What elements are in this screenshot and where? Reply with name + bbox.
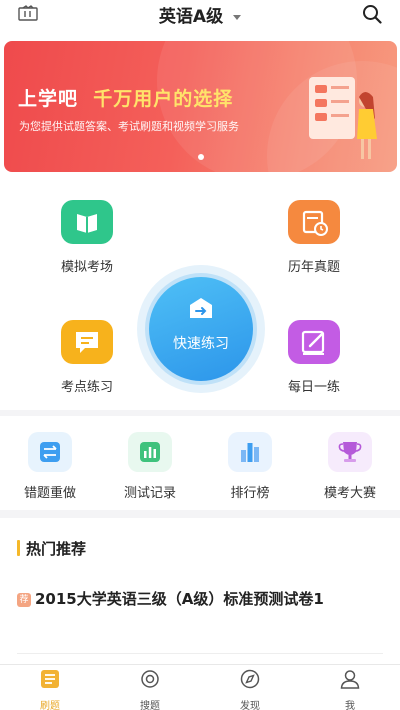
bottom-tab-bar: 刷题 搜题 发现 我 [0,664,400,710]
compass-icon [240,669,260,689]
quick-practice-button[interactable]: 快速练习 [137,265,265,393]
swap-icon [28,432,72,472]
tab-practice[interactable]: 刷题 [20,669,80,710]
search-icon[interactable] [362,4,382,24]
user-icon [340,670,360,689]
calendar-icon [288,200,340,244]
list-icon [41,670,59,688]
section-accent-bar [17,540,20,556]
banner-illustration [309,77,377,159]
edit-icon [288,320,340,364]
tool-label: 错题重做 [23,486,76,501]
banner-title: 上学吧 千万用户的选择 [18,88,234,110]
divider [17,653,383,654]
tool-label: 模考大赛 [323,486,376,501]
hot-recommend-section: 热门推荐 荐 2015大学英语三级（A级）标准预测试卷1 [0,518,400,664]
caret-down-icon [233,14,242,20]
tab-label: 发现 [240,701,260,710]
promo-banner[interactable]: 上学吧 千万用户的选择 为您提供试题答案、考试刷题和视频学习服务 [4,41,397,172]
trophy-icon [328,432,372,472]
recommend-item-title: 2015大学英语三级（A级）标准预测试卷1 [35,590,324,608]
recommend-item[interactable]: 荐 2015大学英语三级（A级）标准预测试卷1 [17,584,382,615]
open-book-icon [61,200,113,244]
feature-point-practice-label: 考点练习 [60,380,113,395]
feature-daily-practice-label: 每日一练 [287,380,340,395]
tab-search[interactable]: 搜题 [120,669,180,710]
feature-daily-practice[interactable]: 每日一练 [264,320,364,395]
tools-row: 错题重做 测试记录 排行榜 模考大赛 [0,416,400,510]
message-icon [61,320,113,364]
subject-selector[interactable]: 英语A级 [0,2,400,27]
quick-practice-label: 快速练习 [173,336,229,352]
feature-mock-exam-label: 模拟考场 [60,260,113,275]
arrow-box-icon [190,298,212,318]
tab-me[interactable]: 我 [320,669,380,710]
feature-point-practice[interactable]: 考点练习 [37,320,137,395]
banner-subtitle: 为您提供试题答案、考试刷题和视频学习服务 [19,120,239,133]
feature-past-papers-label: 历年真题 [287,260,340,275]
tab-label: 搜题 [140,701,160,710]
section-title: 热门推荐 [26,540,87,558]
home-top-section: 上学吧 千万用户的选择 为您提供试题答案、考试刷题和视频学习服务 模拟考场 历年… [0,30,400,410]
tool-ranking[interactable]: 排行榜 [200,432,300,501]
feature-past-papers[interactable]: 历年真题 [264,200,364,275]
recommend-badge: 荐 [17,593,31,607]
tool-mock-contest[interactable]: 模考大赛 [300,432,400,501]
tool-wrong-redo[interactable]: 错题重做 [0,432,100,501]
bar-chart-icon [128,432,172,472]
tool-label: 测试记录 [123,486,176,501]
tab-label: 刷题 [40,701,60,710]
ranking-icon [228,432,272,472]
carousel-dot[interactable] [198,154,204,160]
app-header: 英语A级 [0,0,400,30]
tab-label: 我 [345,701,355,710]
tool-label: 排行榜 [230,486,270,501]
search-icon [141,670,159,688]
tool-test-record[interactable]: 测试记录 [100,432,200,501]
feature-mock-exam[interactable]: 模拟考场 [37,200,137,275]
tab-discover[interactable]: 发现 [220,669,280,710]
page-title: 英语A级 [158,7,224,27]
